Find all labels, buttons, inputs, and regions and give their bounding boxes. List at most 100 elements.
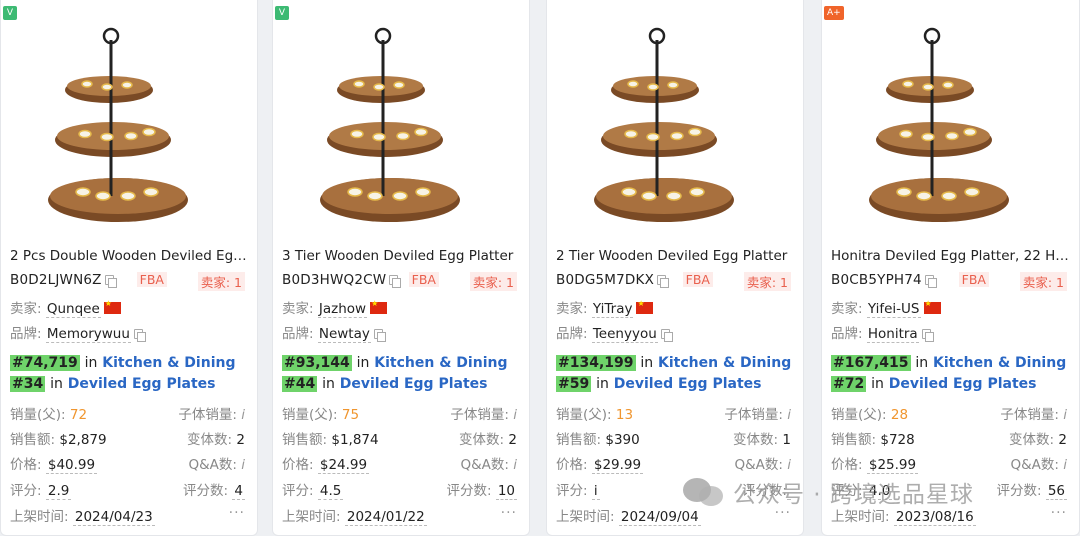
more-options-icon[interactable]: ··· xyxy=(1051,505,1067,521)
qa-info-icon[interactable]: i xyxy=(787,457,791,473)
brand-name[interactable]: Teenyyou xyxy=(591,326,658,343)
product-image[interactable] xyxy=(559,20,793,230)
seller-count-tag[interactable]: 卖家: 1 xyxy=(743,272,791,291)
asin-row: B0CB5YPH74 FBA 卖家: 1 xyxy=(831,272,1067,291)
child-sales-label: 子体销量: xyxy=(450,407,509,423)
rank-sub-category[interactable]: Deviled Egg Plates xyxy=(68,376,216,392)
copy-icon[interactable] xyxy=(921,329,934,342)
variants-label: 变体数: xyxy=(187,432,233,448)
variants-stat: 变体数: 2 xyxy=(187,428,245,448)
seller-name[interactable]: Yifei-US xyxy=(866,301,921,318)
price-value[interactable]: $25.99 xyxy=(866,457,919,474)
rating-value[interactable]: i xyxy=(591,483,600,500)
seller-count-tag[interactable]: 卖家: 1 xyxy=(469,272,517,291)
rank-sub-category[interactable]: Deviled Egg Plates xyxy=(889,376,1037,392)
price-value[interactable]: $40.99 xyxy=(45,457,98,474)
product-card[interactable]: 2 Tier Wooden Deviled Egg Platter B0DG5M… xyxy=(546,0,804,536)
copy-icon[interactable] xyxy=(133,329,146,342)
rank-sub-number: #59 xyxy=(556,376,592,392)
brand-name[interactable]: Newtay xyxy=(317,326,371,343)
child-sales-info-icon[interactable]: i xyxy=(1063,407,1067,423)
more-options-icon[interactable]: ··· xyxy=(229,505,245,521)
brand-name[interactable]: Honitra xyxy=(866,326,919,343)
copy-icon[interactable] xyxy=(389,275,402,288)
child-sales-info-icon[interactable]: i xyxy=(787,407,791,423)
revenue-stat: 销售额: $728 xyxy=(831,428,915,448)
child-sales-label: 子体销量: xyxy=(178,407,237,423)
product-title[interactable]: 2 Tier Wooden Deviled Egg Platter xyxy=(556,248,796,264)
price-stat: 价格: $25.99 xyxy=(831,453,919,474)
asin[interactable]: B0CB5YPH74 xyxy=(831,272,922,288)
asin-row: B0D2LJWN6Z FBA 卖家: 1 xyxy=(10,272,245,291)
reviews-stat: 评分数: 10 xyxy=(446,479,517,500)
china-flag-icon xyxy=(923,299,941,314)
rank-main-category[interactable]: Kitchen & Dining xyxy=(374,355,507,371)
brand-row: 品牌: Newtay xyxy=(282,322,386,343)
product-title[interactable]: Honitra Deviled Egg Platter, 22 Holes xyxy=(831,248,1071,264)
seller-label: 卖家: xyxy=(10,301,42,317)
reviews-label: 评分数: xyxy=(996,483,1042,499)
seller-name[interactable]: YiTray xyxy=(591,301,634,318)
product-image[interactable] xyxy=(834,20,1068,230)
rating-value[interactable]: 2.9 xyxy=(45,483,72,500)
price-value[interactable]: $29.99 xyxy=(591,457,644,474)
qa-stat: Q&A数: i xyxy=(735,453,792,473)
variants-value: 1 xyxy=(782,432,791,448)
sales-stat: 销量(父): 75 xyxy=(282,403,359,423)
copy-icon[interactable] xyxy=(924,275,937,288)
listed-date-stat: 上架时间: 2024/04/23 xyxy=(10,505,155,526)
sales-value: 13 xyxy=(615,407,634,423)
asin[interactable]: B0DG5M7DKX xyxy=(556,272,654,288)
asin[interactable]: B0D2LJWN6Z xyxy=(10,272,102,288)
copy-icon[interactable] xyxy=(104,275,117,288)
rank-main-category[interactable]: Kitchen & Dining xyxy=(102,355,235,371)
rank-main: #134,199 in Kitchen & Dining xyxy=(556,355,791,371)
reviews-value[interactable]: 10 xyxy=(495,483,517,500)
listed-date-label: 上架时间: xyxy=(831,509,890,525)
child-sales-label: 子体销量: xyxy=(1000,407,1059,423)
listed-date-value: 2024/01/22 xyxy=(344,509,427,526)
reviews-stat: 评分数: 56 xyxy=(996,479,1067,500)
asin[interactable]: B0D3HWQ2CW xyxy=(282,272,386,288)
product-image[interactable] xyxy=(13,20,247,230)
child-sales-info-icon[interactable]: i xyxy=(241,407,245,423)
sales-value: 72 xyxy=(69,407,88,423)
seller-count-tag[interactable]: 卖家: 1 xyxy=(197,272,245,291)
copy-icon[interactable] xyxy=(660,329,673,342)
rank-sub-category[interactable]: Deviled Egg Plates xyxy=(614,376,762,392)
rank-in: in xyxy=(596,376,609,392)
listed-date-value: 2023/08/16 xyxy=(893,509,976,526)
qa-info-icon[interactable]: i xyxy=(513,457,517,473)
rating-value[interactable]: 4.5 xyxy=(317,483,344,500)
qa-info-icon[interactable]: i xyxy=(241,457,245,473)
copy-icon[interactable] xyxy=(657,275,670,288)
price-stat: 价格: $29.99 xyxy=(556,453,644,474)
copy-icon[interactable] xyxy=(373,329,386,342)
product-card[interactable]: V 3 Tier Wooden Deviled Egg Platter B0D3… xyxy=(272,0,530,536)
listing-badge: V xyxy=(275,6,289,20)
product-card[interactable]: A+ Honitra Deviled Egg Platter, 22 Holes… xyxy=(821,0,1080,536)
product-title[interactable]: 3 Tier Wooden Deviled Egg Platter xyxy=(282,248,522,264)
product-image[interactable] xyxy=(285,20,519,230)
more-options-icon[interactable]: ··· xyxy=(501,505,517,521)
reviews-value[interactable]: 4 xyxy=(232,483,245,500)
product-card[interactable]: V 2 Pcs Double Wooden Deviled Egg Platte… xyxy=(0,0,258,536)
sales-label: 销量(父): xyxy=(10,407,66,423)
rank-main-category[interactable]: Kitchen & Dining xyxy=(658,355,791,371)
seller-count-tag[interactable]: 卖家: 1 xyxy=(1019,272,1067,291)
price-value[interactable]: $24.99 xyxy=(317,457,370,474)
child-sales-info-icon[interactable]: i xyxy=(513,407,517,423)
reviews-value[interactable]: 56 xyxy=(1045,483,1067,500)
rank-main-category[interactable]: Kitchen & Dining xyxy=(933,355,1066,371)
brand-name[interactable]: Memorywuu xyxy=(45,326,131,343)
seller-name[interactable]: Qunqee xyxy=(45,301,101,318)
seller-row: 卖家: Jazhow xyxy=(282,297,388,318)
qa-stat: Q&A数: i xyxy=(189,453,246,473)
product-title[interactable]: 2 Pcs Double Wooden Deviled Egg Platter xyxy=(10,248,250,264)
rank-in: in xyxy=(871,376,884,392)
sales-stat: 销量(父): 13 xyxy=(556,403,633,423)
qa-info-icon[interactable]: i xyxy=(1063,457,1067,473)
seller-name[interactable]: Jazhow xyxy=(317,301,368,318)
rank-sub-category[interactable]: Deviled Egg Plates xyxy=(340,376,488,392)
china-flag-icon xyxy=(103,299,121,314)
